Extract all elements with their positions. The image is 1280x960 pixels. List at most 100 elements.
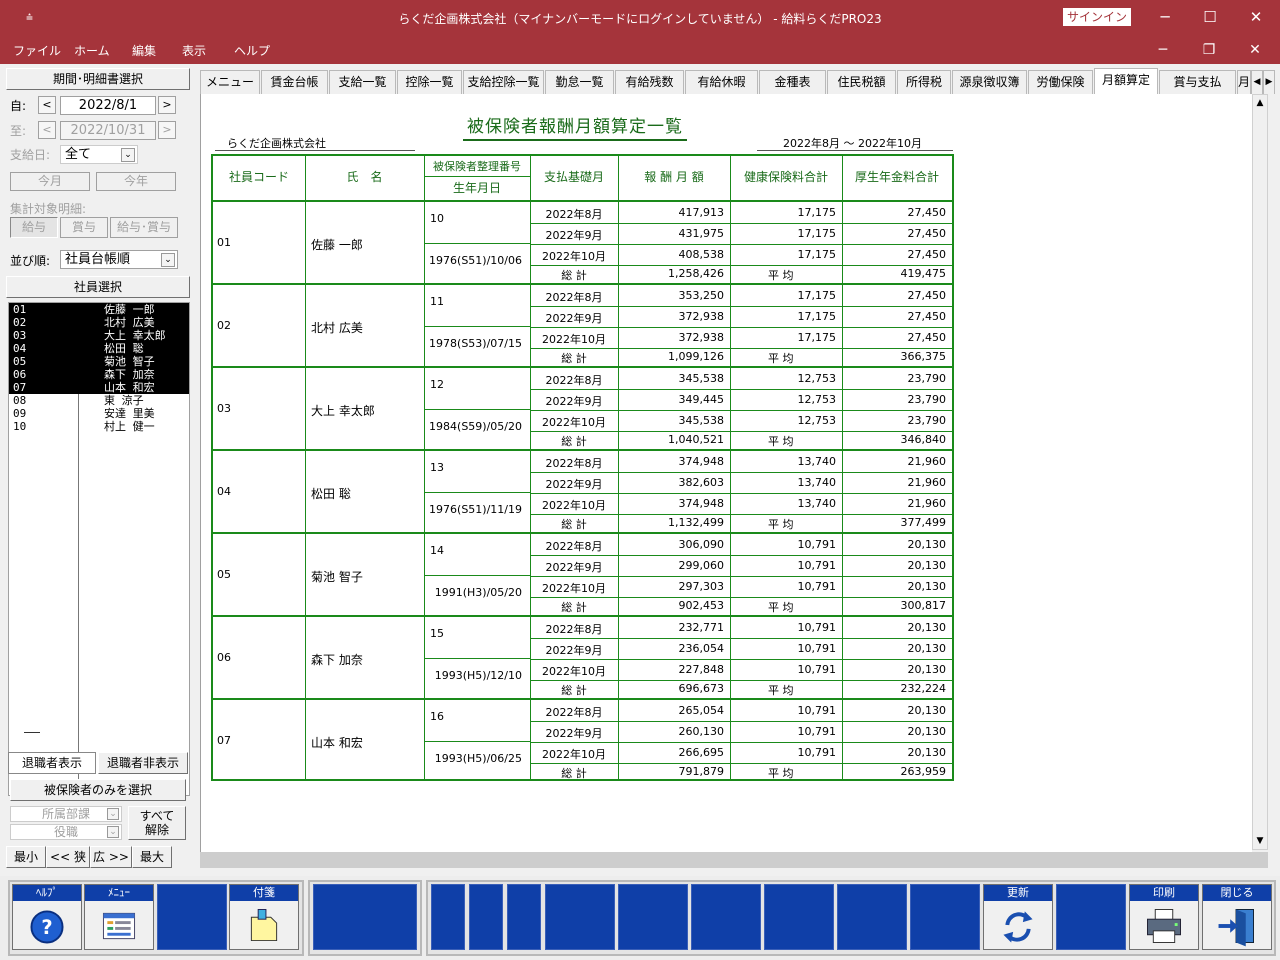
- row-average-label: 平 均: [768, 269, 794, 282]
- row-code: 04: [217, 485, 231, 498]
- doc-minimize-icon[interactable]: ─: [1152, 39, 1174, 61]
- minimize-icon[interactable]: ─: [1153, 6, 1177, 28]
- menu-edit[interactable]: 編集: [132, 42, 156, 59]
- print-button[interactable]: 印刷: [1129, 884, 1199, 950]
- employee-list[interactable]: 01 佐藤 一郎 02 北村 広美 03 大上 幸太郎 04 松田 聡 05 菊池 智子 06 森下 …: [8, 302, 190, 796]
- tab-12[interactable]: 労働保険: [1028, 70, 1093, 94]
- period-select-button[interactable]: 期間･明細書選択: [6, 68, 190, 90]
- wide-button[interactable]: 広 >>: [90, 846, 132, 868]
- hdr-code: 社員コード: [228, 170, 289, 184]
- employee-select-button[interactable]: 社員選択: [6, 276, 190, 298]
- month-line: [530, 763, 952, 764]
- tab-scroll-left-icon[interactable]: ◀: [1251, 70, 1263, 94]
- menu-file[interactable]: ファイル: [13, 42, 61, 59]
- max-button[interactable]: 最大: [132, 846, 172, 868]
- tab-2[interactable]: 支給一覧: [329, 70, 396, 94]
- row-salary: 372,938: [678, 310, 725, 323]
- tab-3[interactable]: 控除一覧: [397, 70, 462, 94]
- maximize-icon[interactable]: ☐: [1198, 6, 1222, 28]
- insured-only-button[interactable]: 被保険者のみを選択: [10, 779, 186, 801]
- doc-close-icon[interactable]: ✕: [1244, 39, 1266, 61]
- from-prev-icon[interactable]: <: [38, 96, 56, 114]
- tab-15[interactable]: 月: [1237, 70, 1251, 94]
- employee-list-item[interactable]: 10 村上 健一: [9, 420, 189, 433]
- vertical-scrollbar[interactable]: ▲ ▼: [1252, 94, 1268, 850]
- employee-list-item[interactable]: 05 菊池 智子: [9, 355, 189, 368]
- employee-name: 東 涼子: [104, 394, 144, 407]
- aggregate-label: 集計対象明細:: [10, 202, 87, 216]
- row-total: 696,673: [678, 682, 725, 695]
- scroll-down-icon[interactable]: ▼: [1253, 833, 1267, 849]
- close-button[interactable]: 閉じる: [1202, 884, 1272, 950]
- sort-select[interactable]: 社員台帳順 ⌄: [60, 250, 178, 269]
- row-health: 10,791: [797, 559, 837, 572]
- hide-retired-tab[interactable]: 退職者非表示: [98, 752, 188, 774]
- employee-list-item[interactable]: 08 東 涼子: [9, 394, 189, 407]
- signin-button[interactable]: サインイン: [1063, 8, 1131, 26]
- svg-text:?: ?: [41, 916, 52, 939]
- scroll-up-icon[interactable]: ▲: [1253, 95, 1267, 111]
- report-tabs: メニュー 賃金台帳 支給一覧 控除一覧 支給控除一覧 勤怠一覧 有給残数 有給休暇 金種表 住民税…: [198, 68, 1276, 94]
- employee-list-item[interactable]: 03 大上 幸太郎: [9, 329, 189, 342]
- sticky-note-button[interactable]: 付箋: [229, 884, 299, 950]
- row-salary: 232,771: [678, 621, 725, 634]
- from-label: 自:: [10, 99, 27, 113]
- tab-13[interactable]: 月額算定: [1094, 68, 1158, 94]
- row-pension: 20,130: [907, 704, 947, 717]
- department-value: 所属部課: [41, 807, 90, 821]
- menu-help[interactable]: ヘルプ: [234, 42, 270, 59]
- tab-11[interactable]: 源泉徴収簿: [952, 70, 1027, 94]
- tab-1[interactable]: 賃金台帳: [261, 70, 328, 94]
- row-average: 377,499: [900, 516, 947, 529]
- horizontal-scrollbar[interactable]: [200, 852, 1268, 868]
- tab-4[interactable]: 支給控除一覧: [463, 70, 544, 94]
- row-total-label: 総 計: [561, 518, 587, 531]
- menu-home[interactable]: ホーム: [74, 42, 110, 59]
- menu-button[interactable]: ﾒﾆｭｰ: [84, 884, 154, 950]
- employee-list-item[interactable]: 06 森下 加奈: [9, 368, 189, 381]
- min-button[interactable]: 最小: [6, 846, 46, 868]
- row-pension: 20,130: [907, 746, 947, 759]
- help-button[interactable]: ﾍﾙﾌﾟ ?: [12, 884, 82, 950]
- tab-6[interactable]: 有給残数: [615, 70, 684, 94]
- employee-name: 森下 加奈: [104, 368, 155, 381]
- employee-code: 10: [13, 420, 27, 433]
- menu-view[interactable]: 表示: [182, 42, 206, 59]
- employee-list-item[interactable]: 04 松田 聡: [9, 342, 189, 355]
- employee-list-item[interactable]: 01 佐藤 一郎: [9, 303, 189, 316]
- close-icon[interactable]: ✕: [1244, 6, 1268, 28]
- employee-list-item[interactable]: 02 北村 広美: [9, 316, 189, 329]
- clear-all-button[interactable]: すべて 解除: [128, 806, 186, 840]
- row-insured-no: 15: [430, 627, 444, 640]
- collapse-handle[interactable]: [24, 732, 40, 733]
- birth-split-line: [424, 492, 530, 493]
- tab-5[interactable]: 勤怠一覧: [545, 70, 614, 94]
- tab-10[interactable]: 所得税: [897, 70, 951, 94]
- tab-14[interactable]: 賞与支払: [1159, 70, 1236, 94]
- row-health: 17,175: [797, 331, 837, 344]
- row-month: 2022年8月: [545, 540, 603, 553]
- employee-list-item[interactable]: 09 安達 里美: [9, 407, 189, 420]
- row-salary: 345,538: [678, 414, 725, 427]
- hdr-insured-no: 被保険者整理番号: [433, 160, 521, 173]
- print-label: 印刷: [1130, 885, 1198, 901]
- show-retired-tab[interactable]: 退職者表示: [8, 752, 96, 774]
- refresh-button[interactable]: 更新: [983, 884, 1053, 950]
- row-pension: 27,450: [907, 310, 947, 323]
- row-name: 山本 和宏: [311, 736, 363, 750]
- tab-7[interactable]: 有給休暇: [685, 70, 758, 94]
- employee-list-item[interactable]: 07 山本 和宏: [9, 381, 189, 394]
- help-icon: ?: [30, 910, 64, 944]
- month-line: [530, 410, 952, 411]
- tab-scroll-right-icon[interactable]: ▶: [1263, 70, 1275, 94]
- hdr-health: 健康保険料合計: [743, 170, 828, 184]
- payday-select[interactable]: 全て ⌄: [60, 145, 138, 164]
- tab-0[interactable]: メニュー: [200, 70, 260, 94]
- tab-8[interactable]: 金種表: [759, 70, 826, 94]
- row-average: 263,959: [900, 765, 947, 778]
- narrow-button[interactable]: << 狭: [46, 846, 90, 868]
- tab-9[interactable]: 住民税額: [827, 70, 896, 94]
- from-next-icon[interactable]: >: [158, 96, 176, 114]
- from-date-field[interactable]: 2022/8/1: [60, 96, 156, 115]
- doc-restore-icon[interactable]: ❐: [1198, 39, 1220, 61]
